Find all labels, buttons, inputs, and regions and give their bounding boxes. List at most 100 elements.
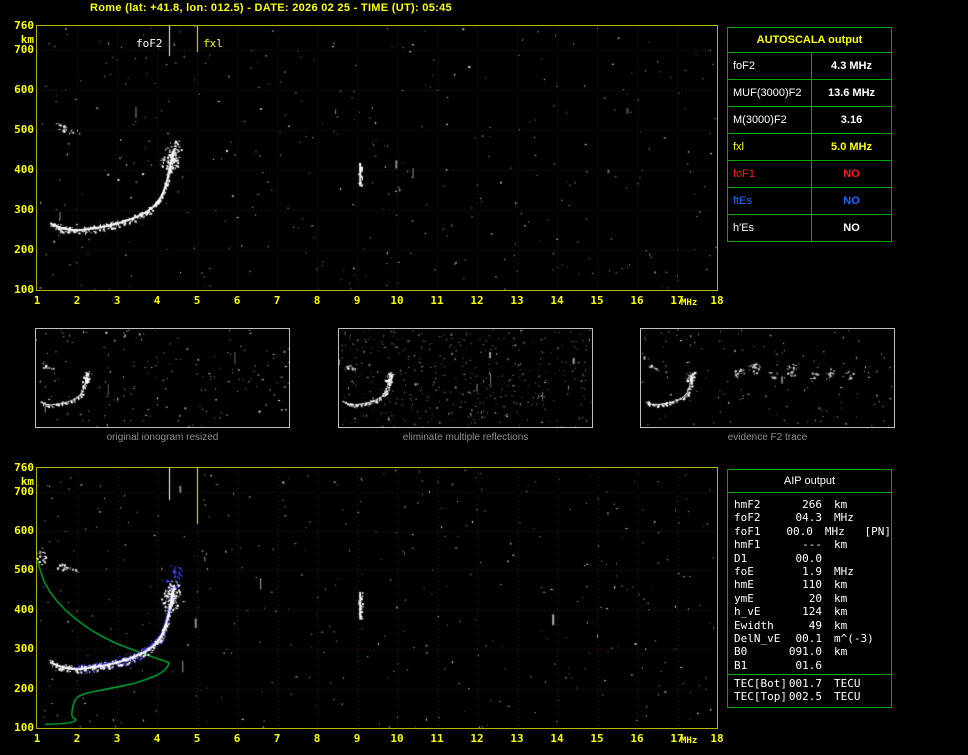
thumbnail-eliminate-canvas [339,329,592,427]
aip-value: 110 [802,578,822,592]
aip-row: TEC[Top] 002.5 TECU [728,690,891,703]
autoscala-table-title: AUTOSCALA output [728,28,891,53]
autoscala-row-value: 5.0 MHz [831,141,872,153]
aip-value: 124 [802,605,822,619]
y-tick-label: 600 [14,83,34,96]
autoscala-row-label: foF1 [728,161,812,187]
aip-value: --- [802,538,822,552]
aip-row: Ewidth 49 km [728,619,891,632]
thumbnail-caption-original: original ionogram resized [106,432,219,443]
x-tick-label: 3 [113,732,121,745]
x-tick-label: 13 [510,294,524,307]
aip-label: ymE [734,591,754,605]
aip-label: B1 [734,658,748,672]
y-axis-unit-label: km [20,475,34,488]
x-tick-label: 16 [630,294,644,307]
aip-row: hmF2 266 km [728,498,891,511]
y-tick-label: 400 [14,602,34,616]
aip-unit: TECU [834,690,861,704]
aip-row: h_vE 124 km [728,605,891,618]
aip-unit: m^(-3) [834,631,874,645]
aip-label: D1 [734,551,748,565]
fxl-marker-label: fxl [203,37,223,50]
aip-row: DelN_vE 00.1 m^(-3) [728,632,891,645]
aip-label: DelN_vE [734,631,781,645]
aip-row: TEC[Bot] 001.7 TECU [728,677,891,690]
x-tick-label: 2 [73,294,81,307]
aip-value: 01.6 [795,658,823,672]
aip-unit: MHz [834,564,854,578]
x-tick-label: 18 [710,294,724,307]
aip-unit: MHz [824,524,845,538]
autoscala-row-label: MUF(3000)F2 [728,80,812,106]
autoscala-row: ftEs NO [728,188,891,215]
x-tick-label: 18 [710,732,724,745]
aip-note [876,645,878,658]
aip-value: 091.0 [788,645,822,659]
aip-value: 1.9 [802,564,822,578]
aip-value: 001.7 [788,677,822,691]
aip-value: 00.1 [795,631,823,645]
x-tick-label: 11 [430,294,444,307]
aip-label: foF2 [734,511,761,525]
thumbnail-eliminate-reflections [338,328,593,428]
aip-row: foE 1.9 MHz [728,565,891,578]
autoscala-row-label: M(3000)F2 [728,107,812,133]
aip-value: 20 [808,591,822,605]
x-tick-label: 1 [33,294,41,307]
y-tick-label: 200 [14,681,34,695]
aip-note [876,578,878,591]
thumbnail-caption-evidence: evidence F2 trace [727,432,808,443]
aip-unit: km [834,591,848,605]
aip-value: 00.0 [786,524,813,538]
x-tick-label: 7 [273,732,281,745]
x-tick-label: 14 [550,294,564,307]
autoscala-row-value: 3.16 [840,114,863,126]
aip-unit: km [834,618,848,632]
aip-label: Ewidth [734,618,774,632]
x-tick-label: 8 [313,732,321,745]
aip-row: foF2 04.3 MHz [728,511,891,524]
autoscala-row: h'Es NO [728,215,891,241]
aip-note [876,659,878,672]
y-axis-unit-label: km [20,33,34,46]
thumbnail-evidence-canvas [641,329,894,427]
main-ionogram-plot: foF2 fxl 100 200 300 400 500 600 700 760 km 1 2 3 4 5… [14,20,724,308]
aip-value: 04.3 [795,511,823,525]
aip-output-table: AIP output hmF2 266 km foF2 04.3 MHz foF1 00.0 M… [727,469,892,708]
aip-note [876,538,878,551]
x-tick-label: 1 [33,732,41,745]
y-tick-label: 100 [14,721,34,734]
aip-row: hmF1 --- km [728,538,891,551]
profile-ionogram-plot: 100 200 300 400 500 600 700 760 km 1 2 3 4 5 6 7 8 9 10 11 1… [14,462,724,746]
autoscala-table-rows: foF2 4.3 MHz MUF(3000)F2 13.6 MHz M(3000)F2 3… [728,53,891,241]
x-tick-label: 4 [153,732,161,745]
autoscala-row: foF2 4.3 MHz [728,53,891,80]
x-tick-label: 14 [550,732,564,745]
autoscala-row-value: NO [843,168,860,180]
aip-tec-separator [728,674,891,676]
aip-table-title: AIP output [728,470,891,493]
aip-label: hmF2 [734,498,761,511]
autoscala-row-value: NO [843,195,860,207]
aip-table-rows: hmF2 266 km foF2 04.3 MHz foF1 00.0 MHz [PN] hmF1-… [728,493,891,707]
aip-label: B0 [734,645,748,659]
x-tick-label: 15 [590,732,604,745]
x-tick-label: 12 [470,732,484,745]
aip-label: hmE [734,578,754,592]
aip-label: foF1 [734,524,761,538]
aip-note [876,690,878,703]
x-tick-label: 5 [193,732,201,745]
autoscala-row-label: fxl [728,134,812,160]
x-tick-label: 2 [73,732,81,745]
aip-unit: TECU [834,677,861,691]
autoscala-row: foF1 NO [728,161,891,188]
autoscala-row-label: foF2 [728,53,812,79]
profile-ionogram-canvas [37,468,717,728]
aip-value: 00.0 [795,551,823,565]
aip-unit: km [834,645,848,659]
aip-unit: MHz [834,511,854,525]
aip-unit: km [834,498,848,511]
autoscala-row: M(3000)F2 3.16 [728,107,891,134]
autoscala-row-value: 13.6 MHz [827,87,876,99]
